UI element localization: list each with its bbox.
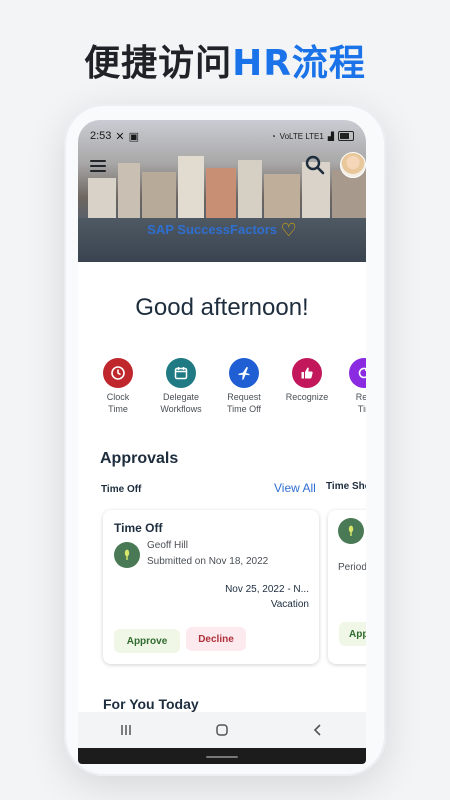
- banner-building: [206, 168, 236, 218]
- app-notification-icon: ▣: [128, 130, 140, 143]
- decline-button[interactable]: Decline: [186, 627, 246, 651]
- bluetooth-icon: ✕: [115, 130, 125, 143]
- status-time: 2:53: [90, 130, 112, 142]
- period-label: Period: [338, 562, 366, 573]
- person-avatar: [338, 518, 364, 544]
- promo-title: 便捷访问HR流程: [0, 34, 450, 86]
- quick-action-label: Workflows: [160, 404, 202, 414]
- recent-apps-icon[interactable]: [106, 718, 146, 742]
- phone-bottom-bezel: [78, 748, 366, 764]
- approvals-title: Approvals: [100, 450, 179, 467]
- calendar-icon: [166, 358, 196, 388]
- quick-action-label: Req: [355, 392, 366, 402]
- quick-action-request-time[interactable]: Req Tin: [332, 358, 366, 415]
- status-bar: 2:53 ✕ ▣ ◔ VoLTE LTE1 ▟: [90, 128, 354, 144]
- system-nav-bar: [78, 712, 366, 748]
- quick-actions: Clock Time Delegate Workflows Request Ti…: [78, 358, 366, 428]
- quick-action-clock-time[interactable]: Clock Time: [86, 358, 150, 415]
- refresh-icon: [349, 358, 366, 388]
- airplane-icon: [229, 358, 259, 388]
- clock-icon: [103, 358, 133, 388]
- tab-time-sheet[interactable]: Time She: [326, 481, 366, 492]
- quick-action-recognize[interactable]: Recognize: [275, 358, 339, 403]
- search-icon[interactable]: [304, 154, 326, 176]
- banner-building: [118, 163, 140, 218]
- heart-icon: ♡: [280, 220, 297, 240]
- quick-action-label: Clock: [106, 392, 130, 402]
- person-avatar: [114, 542, 140, 568]
- view-all-link[interactable]: View All: [274, 481, 316, 495]
- network-label: VoLTE LTE1: [279, 131, 324, 141]
- banner-building: [238, 160, 262, 218]
- header-banner: 2:53 ✕ ▣ ◔ VoLTE LTE1 ▟ SAP SuccessFacto…: [78, 120, 366, 262]
- quick-action-label: Delegate: [162, 392, 200, 402]
- promo-title-accent: HR流程: [232, 43, 366, 84]
- submitted-date: Submitted on Nov 18, 2022: [147, 556, 269, 567]
- banner-building: [142, 172, 176, 218]
- avatar[interactable]: [340, 152, 366, 178]
- promo-title-text: 便捷访问: [84, 43, 233, 84]
- back-icon[interactable]: [298, 718, 338, 742]
- card-title: Time Off: [114, 521, 163, 535]
- approve-button[interactable]: Appr: [339, 622, 366, 646]
- signal-icon: ▟: [327, 131, 334, 141]
- approval-card-time-off[interactable]: Time Off Geoff Hill Submitted on Nov 18,…: [103, 510, 319, 664]
- banner-building: [178, 156, 204, 218]
- greeting: Good afternoon!: [135, 294, 309, 321]
- battery-icon: [338, 131, 354, 141]
- approve-button[interactable]: Approve: [114, 629, 180, 653]
- wifi-icon: ◔: [270, 131, 276, 141]
- requester-name: Geoff Hill: [147, 540, 188, 551]
- brand-name: SAP SuccessFactors: [147, 222, 278, 237]
- quick-action-label: Request: [227, 392, 261, 402]
- quick-action-delegate-workflows[interactable]: Delegate Workflows: [149, 358, 213, 415]
- brand-title: SAP SuccessFactors ♡: [78, 220, 366, 241]
- tab-time-off[interactable]: Time Off: [101, 484, 141, 495]
- quick-action-label: Tin: [357, 404, 366, 414]
- thumbs-up-icon: [292, 358, 322, 388]
- quick-action-request-time-off[interactable]: Request Time Off: [212, 358, 276, 415]
- for-you-today-title: For You Today: [103, 696, 199, 712]
- app-screen: 2:53 ✕ ▣ ◔ VoLTE LTE1 ▟ SAP SuccessFacto…: [78, 120, 366, 764]
- request-type: Vacation: [270, 599, 309, 610]
- banner-building: [88, 178, 116, 218]
- quick-action-label: Time Off: [226, 404, 261, 414]
- quick-action-label: Recognize: [285, 392, 329, 402]
- quick-action-label: Time: [108, 404, 128, 414]
- banner-building: [264, 174, 300, 218]
- approval-card-time-sheet[interactable]: Period Appr: [328, 510, 366, 664]
- request-dates: Nov 25, 2022 - N...: [225, 584, 309, 595]
- menu-icon[interactable]: [90, 160, 106, 174]
- home-icon[interactable]: [202, 718, 242, 742]
